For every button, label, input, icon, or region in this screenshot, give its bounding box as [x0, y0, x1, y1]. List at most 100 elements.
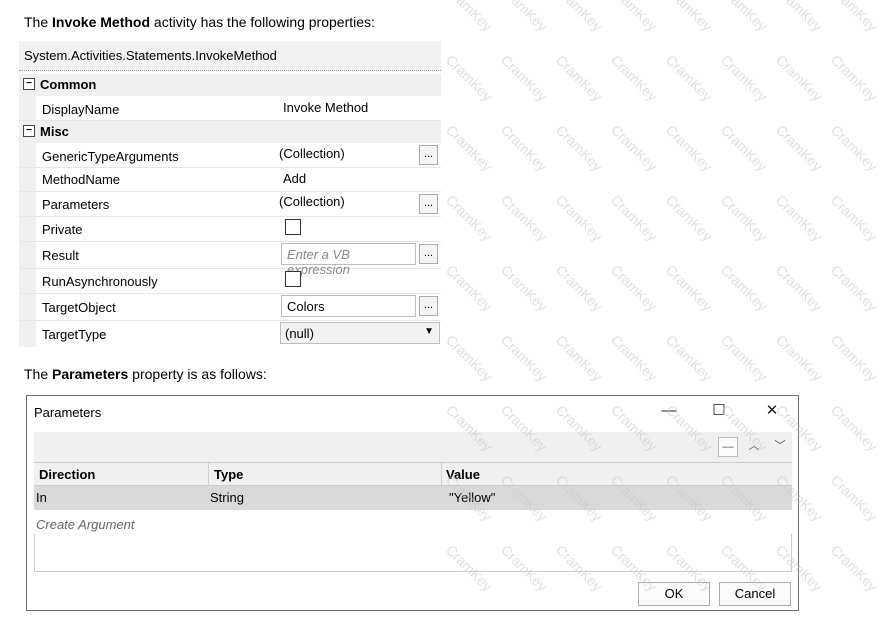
result-expression-input[interactable]: Enter a VB expression — [281, 243, 416, 277]
watermark-text: CramKey — [497, 331, 551, 385]
property-row-targetobject[interactable]: TargetObject Colors ... — [19, 294, 441, 321]
collapse-icon[interactable]: − — [23, 78, 35, 90]
select-value: (null) — [285, 326, 314, 341]
category-common[interactable]: − Common — [19, 74, 441, 96]
watermark-text: CramKey — [442, 191, 496, 245]
collapse-icon[interactable]: − — [23, 125, 35, 137]
close-icon[interactable]: ✕ — [760, 401, 784, 423]
watermark-text: CramKey — [827, 0, 881, 35]
property-name: RunAsynchronously — [42, 274, 158, 289]
watermark-text: CramKey — [662, 191, 716, 245]
property-value: (Collection) — [279, 194, 345, 209]
row-indent — [19, 143, 36, 167]
property-name: Parameters — [42, 197, 110, 212]
watermark-text: CramKey — [827, 401, 881, 455]
targettype-select[interactable]: (null) ▼ — [280, 322, 440, 344]
property-value[interactable]: Invoke Method — [283, 100, 368, 115]
property-row-methodname[interactable]: MethodName Add — [19, 168, 441, 192]
input-value: Colors — [287, 299, 325, 314]
intro-text: The — [24, 14, 53, 30]
watermark-text: CramKey — [717, 121, 771, 175]
watermark-text: CramKey — [607, 331, 661, 385]
property-value[interactable]: Add — [283, 171, 306, 186]
property-grid-header: System.Activities.Statements.InvokeMetho… — [19, 41, 441, 71]
property-row-private[interactable]: Private — [19, 217, 441, 242]
watermark-text: CramKey — [662, 331, 716, 385]
watermark-text: CramKey — [772, 121, 826, 175]
watermark-text: CramKey — [827, 541, 881, 595]
watermark-text: CramKey — [607, 121, 661, 175]
column-separator — [441, 463, 442, 485]
move-down-icon[interactable]: ﹀ — [770, 437, 790, 457]
table-row[interactable]: In String "Yellow" — [34, 486, 792, 510]
category-label: Common — [40, 77, 97, 92]
move-up-icon[interactable]: ︿ — [744, 437, 764, 457]
intro-text: activity has the following properties: — [150, 14, 375, 30]
maximize-icon[interactable]: ☐ — [707, 401, 731, 423]
watermark-text: CramKey — [607, 261, 661, 315]
watermark-text: CramKey — [552, 191, 606, 245]
dropdown-arrow-icon: ▼ — [424, 326, 434, 337]
cell-value[interactable]: "Yellow" — [449, 490, 495, 505]
row-indent — [19, 269, 36, 293]
ellipsis-button[interactable]: ... — [419, 145, 438, 165]
row-indent — [19, 96, 36, 120]
category-label: Misc — [40, 124, 69, 139]
column-header-type: Type — [214, 467, 244, 482]
watermark-text: CramKey — [717, 261, 771, 315]
watermark-text: CramKey — [442, 51, 496, 105]
property-row-parameters[interactable]: Parameters (Collection) ... — [19, 192, 441, 217]
cell-direction[interactable]: In — [36, 490, 47, 505]
watermark-text: CramKey — [717, 0, 771, 35]
category-misc[interactable]: − Misc — [19, 121, 441, 143]
create-argument-row[interactable]: Create Argument — [36, 517, 135, 532]
watermark-text: CramKey — [827, 121, 881, 175]
row-indent — [19, 242, 36, 268]
watermark-text: CramKey — [497, 51, 551, 105]
arguments-table-header: Direction Type Value — [34, 462, 792, 486]
property-name: GenericTypeArguments — [42, 149, 179, 164]
arguments-table-empty-area — [34, 534, 792, 572]
watermark-text: CramKey — [442, 331, 496, 385]
property-name: TargetObject — [42, 300, 116, 315]
property-row-displayname[interactable]: DisplayName Invoke Method — [19, 96, 441, 121]
column-header-value: Value — [446, 467, 480, 482]
property-row-runasynchronously[interactable]: RunAsynchronously — [19, 269, 441, 294]
watermark-text: CramKey — [827, 261, 881, 315]
property-row-generictypearguments[interactable]: GenericTypeArguments (Collection) ... — [19, 143, 441, 168]
ellipsis-button[interactable]: ... — [419, 244, 438, 264]
intro-invoke-method: The Invoke Method activity has the follo… — [24, 14, 375, 30]
watermark-text: CramKey — [662, 51, 716, 105]
row-indent — [19, 168, 36, 191]
argument-toolbar: — ︿ ﹀ — [34, 432, 792, 462]
watermark-text: CramKey — [442, 0, 496, 35]
property-row-result[interactable]: Result Enter a VB expression ... — [19, 242, 441, 277]
watermark-text: CramKey — [717, 331, 771, 385]
ellipsis-button[interactable]: ... — [419, 296, 438, 316]
activity-type-label: System.Activities.Statements.InvokeMetho… — [24, 48, 277, 63]
property-name: MethodName — [42, 172, 121, 187]
watermark-text: CramKey — [607, 51, 661, 105]
property-row-targettype[interactable]: TargetType (null) ▼ — [19, 321, 441, 347]
watermark-text: CramKey — [772, 51, 826, 105]
targetobject-input[interactable]: Colors — [281, 295, 416, 317]
ellipsis-button[interactable]: ... — [419, 194, 438, 214]
row-indent — [19, 321, 36, 347]
watermark-text: CramKey — [827, 471, 881, 525]
cell-type[interactable]: String — [210, 490, 244, 505]
watermark-text: CramKey — [497, 0, 551, 35]
watermark-text: CramKey — [552, 0, 606, 35]
runasynchronously-checkbox[interactable] — [285, 271, 301, 287]
parameters-dialog: Parameters — ☐ ✕ — ︿ ﹀ Direction Type Va… — [26, 395, 799, 611]
minimize-icon[interactable]: — — [657, 401, 681, 423]
watermark-text: CramKey — [497, 261, 551, 315]
private-checkbox[interactable] — [285, 219, 301, 235]
watermark-text: CramKey — [497, 121, 551, 175]
watermark-text: CramKey — [552, 121, 606, 175]
cancel-button[interactable]: Cancel — [719, 582, 791, 606]
remove-argument-button[interactable]: — — [718, 437, 738, 457]
ok-button[interactable]: OK — [638, 582, 710, 606]
watermark-text: CramKey — [827, 331, 881, 385]
watermark-text: CramKey — [827, 51, 881, 105]
property-grid: System.Activities.Statements.InvokeMetho… — [19, 41, 441, 347]
